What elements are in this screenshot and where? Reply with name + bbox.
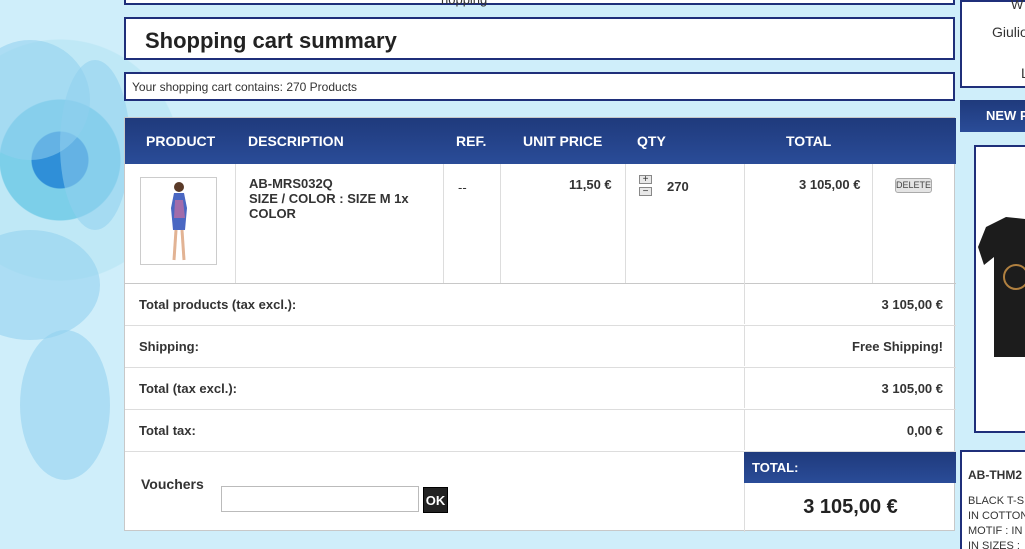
total-products-row: Total products (tax excl.): 3 105,00 € (125, 283, 956, 326)
header-ref: REF. (456, 133, 487, 149)
product-ref: -- (458, 180, 467, 195)
sidebar-desc-line: BLACK T-S (968, 495, 1025, 507)
sidebar-product-title[interactable]: AB-THM2 (968, 468, 1022, 482)
grand-total-value: 3 105,00 € (744, 483, 956, 532)
product-thumbnail[interactable] (140, 177, 217, 265)
total-products-label: Total products (tax excl.): (139, 297, 297, 312)
qty-increase-icon[interactable]: + (639, 175, 652, 185)
sidebar-desc-line: IN SIZES : (968, 540, 1020, 549)
top-strip-text: hopping (441, 0, 487, 7)
total-tax-row: Total tax: 0,00 € (125, 409, 956, 452)
total-products-value: 3 105,00 € (881, 297, 943, 312)
cart-summary-box: Your shopping cart contains: 270 Product… (124, 72, 955, 101)
table-row: AB-MRS032Q SIZE / COLOR : SIZE M 1x COLO… (125, 164, 956, 284)
header-total: TOTAL (786, 133, 832, 149)
sidebar-desc-line: MOTIF : IN (968, 525, 1023, 537)
voucher-input[interactable] (221, 486, 419, 512)
unit-price: 11,50 € (569, 177, 612, 192)
header-product: PRODUCT (146, 133, 216, 149)
sidebar-new-heading: NEW P (960, 100, 1025, 132)
top-strip: hopping (124, 0, 955, 7)
page-title-box: Shopping cart summary (124, 17, 955, 60)
grand-total-label: TOTAL: (752, 460, 799, 475)
total-tax-value: 0,00 € (906, 423, 943, 438)
page-title: Shopping cart summary (145, 28, 397, 53)
total-excl-label: Total (tax excl.): (139, 381, 238, 396)
sidebar-info-box: W Giulio L (960, 0, 1025, 88)
cart-summary-text: Your shopping cart contains: 270 Product… (132, 80, 358, 94)
sidebar-new-heading-text: NEW P (986, 108, 1025, 123)
header-qty: QTY (637, 133, 666, 149)
quantity-value: 270 (667, 179, 689, 194)
shipping-label: Shipping: (139, 339, 199, 354)
product-attributes: SIZE / COLOR : SIZE M 1x COLOR (249, 191, 409, 221)
grand-total-header: TOTAL: (744, 452, 956, 483)
qty-decrease-icon[interactable]: − (639, 187, 652, 197)
table-header: PRODUCT DESCRIPTION REF. UNIT PRICE QTY … (125, 118, 956, 164)
product-description: AB-MRS032Q SIZE / COLOR : SIZE M 1x COLO… (249, 176, 429, 221)
cart-table: PRODUCT DESCRIPTION REF. UNIT PRICE QTY … (124, 117, 956, 532)
sidebar-text-1: W (1011, 0, 1024, 12)
header-unit-price: UNIT PRICE (523, 133, 603, 149)
header-description: DESCRIPTION (248, 133, 344, 149)
product-code[interactable]: AB-MRS032Q (249, 176, 429, 191)
delete-button[interactable]: DELETE (895, 178, 932, 193)
total-tax-label: Total tax: (139, 423, 196, 438)
sidebar-product-image[interactable] (974, 145, 1025, 433)
line-total: 3 105,00 € (799, 177, 861, 192)
shipping-value: Free Shipping! (852, 339, 943, 354)
total-excl-row: Total (tax excl.): 3 105,00 € (125, 367, 956, 410)
sidebar-product-desc: BLACK T-S IN COTTON MOTIF : IN IN SIZES … (968, 494, 1025, 549)
sidebar-text-2: Giulio (992, 24, 1025, 40)
sidebar-text-3: L (1021, 65, 1025, 81)
sidebar-desc-line: IN COTTON (968, 510, 1025, 522)
sidebar-product-box: AB-THM2 BLACK T-S IN COTTON MOTIF : IN I… (960, 450, 1025, 549)
voucher-ok-button[interactable]: OK (423, 487, 448, 513)
total-excl-value: 3 105,00 € (881, 381, 943, 396)
vouchers-label: Vouchers (141, 476, 204, 492)
shipping-row: Shipping: Free Shipping! (125, 325, 956, 368)
